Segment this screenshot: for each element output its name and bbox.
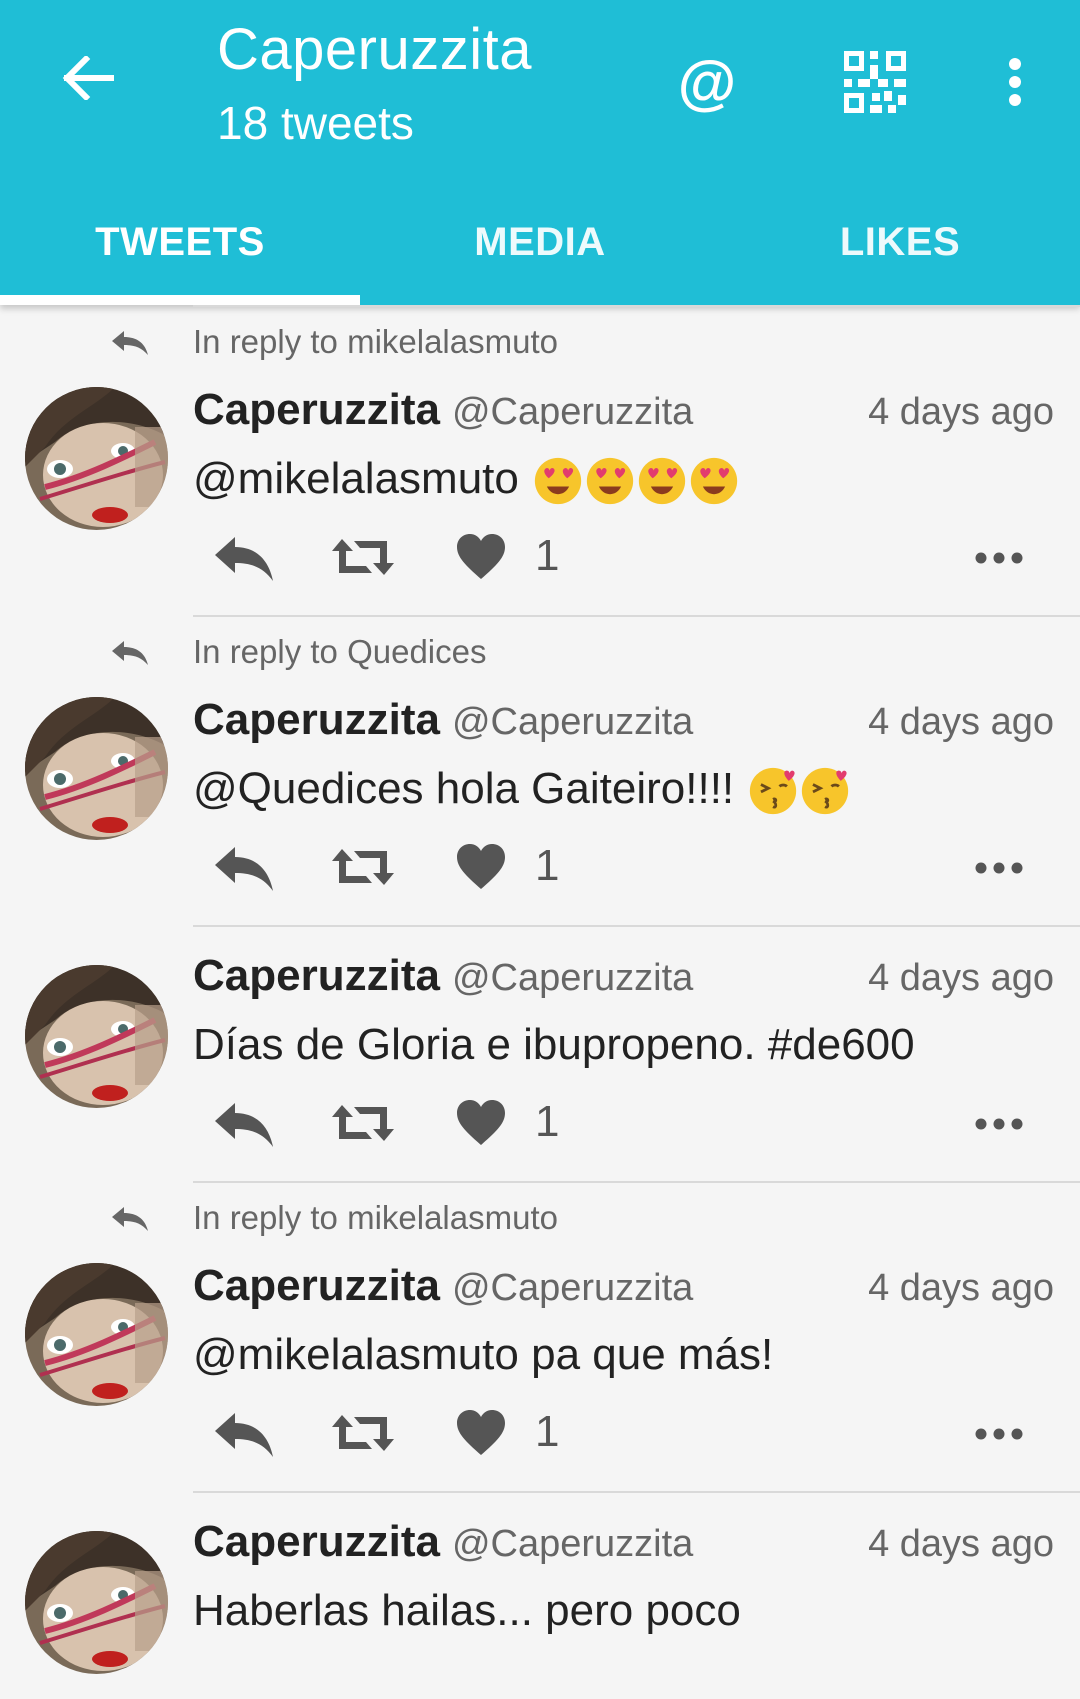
tweet-timestamp: 4 days ago xyxy=(868,1267,1054,1309)
page-title: Caperuzzita xyxy=(217,17,532,82)
tweet-actions: 1 xyxy=(0,515,1080,615)
reply-small-icon xyxy=(112,641,148,665)
more-horiz-icon[interactable] xyxy=(975,1427,1023,1441)
reply-icon[interactable] xyxy=(213,1099,275,1149)
back-button[interactable] xyxy=(52,42,124,114)
reply-small-icon xyxy=(112,1207,148,1231)
emoji-group xyxy=(746,764,850,815)
tweet-item[interactable]: Caperuzzita @Caperuzzita 4 days ago Haber… xyxy=(25,1491,1080,1674)
tweet-item[interactable]: In reply to Quedices Caperuzzita @Caperu… xyxy=(25,615,1080,925)
tweet-timestamp: 4 days ago xyxy=(868,1523,1054,1565)
user-handle: @Caperuzzita xyxy=(451,701,694,743)
reply-small-icon xyxy=(112,331,148,355)
user-handle: @Caperuzzita xyxy=(451,1523,694,1565)
reply-context: In reply to mikelalasmuto xyxy=(0,1183,1080,1253)
tab-bar: TWEETS MEDIA LIKES xyxy=(0,180,1080,305)
tweet-text-content: Días de Gloria e ibupropeno. #de600 xyxy=(193,1020,915,1069)
tab-likes[interactable]: LIKES xyxy=(720,180,1080,305)
tweet-item[interactable]: In reply to mikelalasmuto Caperuzzita @C… xyxy=(25,305,1080,615)
user-name: Caperuzzita xyxy=(193,385,440,434)
user-handle: @Caperuzzita xyxy=(451,391,694,433)
tweet-text: @mikelalasmuto xyxy=(193,443,1080,515)
heart-eyes-emoji-icon xyxy=(690,458,738,505)
user-name: Caperuzzita xyxy=(193,951,440,1000)
tab-media[interactable]: MEDIA xyxy=(360,180,720,305)
tweet-text-content: @mikelalasmuto xyxy=(193,454,532,503)
heart-eyes-emoji-icon xyxy=(638,458,686,505)
heart-icon[interactable] xyxy=(455,533,507,581)
overflow-menu-button[interactable] xyxy=(975,42,1055,122)
retweet-icon[interactable] xyxy=(330,1101,396,1145)
kiss-heart-emoji-icon xyxy=(750,768,797,815)
tweet-actions: 1 xyxy=(0,825,1080,925)
tweet-list: In reply to mikelalasmuto Caperuzzita @C… xyxy=(0,305,1080,1674)
user-name: Caperuzzita xyxy=(193,695,440,744)
heart-eyes-emoji-icon xyxy=(534,458,582,505)
heart-icon[interactable] xyxy=(455,843,507,891)
tab-indicator xyxy=(0,295,360,305)
tweet-actions: 1 xyxy=(0,1081,1080,1181)
reply-to-text: In reply to Quedices xyxy=(193,633,487,670)
like-count: 1 xyxy=(535,1097,560,1146)
tweet-actions: 1 xyxy=(0,1391,1080,1491)
app-bar: Caperuzzita 18 tweets @ TWEETS MEDIA LIK… xyxy=(0,0,1080,305)
tweet-timestamp: 4 days ago xyxy=(868,957,1054,999)
more-horiz-icon[interactable] xyxy=(975,1117,1023,1131)
tweet-text: @Quedices hola Gaiteiro!!!! xyxy=(193,753,1080,825)
reply-context: In reply to Quedices xyxy=(0,617,1080,687)
qr-code-icon xyxy=(844,51,906,113)
emoji-group xyxy=(531,454,739,505)
arrow-left-icon xyxy=(62,56,114,100)
tweet-timestamp: 4 days ago xyxy=(868,391,1054,433)
user-handle: @Caperuzzita xyxy=(451,957,694,999)
reply-icon[interactable] xyxy=(213,843,275,893)
tweet-text: Haberlas hailas... pero poco xyxy=(193,1575,1080,1647)
reply-to-text: In reply to mikelalasmuto xyxy=(193,323,558,360)
more-horiz-icon[interactable] xyxy=(975,551,1023,565)
like-count: 1 xyxy=(535,1407,560,1456)
heart-icon[interactable] xyxy=(455,1099,507,1147)
more-horiz-icon[interactable] xyxy=(975,861,1023,875)
heart-eyes-emoji-icon xyxy=(586,458,634,505)
tweet-text-content: @mikelalasmuto pa que más! xyxy=(193,1330,774,1379)
tweet-text: @mikelalasmuto pa que más! xyxy=(193,1319,1080,1391)
reply-icon[interactable] xyxy=(213,533,275,583)
reply-to-text: In reply to mikelalasmuto xyxy=(193,1199,558,1236)
tab-tweets[interactable]: TWEETS xyxy=(0,180,360,305)
tweet-item[interactable]: Caperuzzita @Caperuzzita 4 days ago Días … xyxy=(25,925,1080,1181)
qr-code-button[interactable] xyxy=(835,42,915,122)
tweet-item[interactable]: In reply to mikelalasmuto Caperuzzita @C… xyxy=(25,1181,1080,1491)
heart-icon[interactable] xyxy=(455,1409,507,1457)
user-name: Caperuzzita xyxy=(193,1517,440,1566)
tweet-text-content: @Quedices hola Gaiteiro!!!! xyxy=(193,764,747,813)
user-name: Caperuzzita xyxy=(193,1261,440,1310)
more-vert-icon xyxy=(1009,58,1021,106)
retweet-icon[interactable] xyxy=(330,845,396,889)
retweet-icon[interactable] xyxy=(330,535,396,579)
tweet-timestamp: 4 days ago xyxy=(868,701,1054,743)
mention-button[interactable]: @ xyxy=(667,42,747,122)
like-count: 1 xyxy=(535,531,560,580)
kiss-heart-emoji-icon xyxy=(802,768,849,815)
reply-context: In reply to mikelalasmuto xyxy=(0,307,1080,377)
user-handle: @Caperuzzita xyxy=(451,1267,694,1309)
tweet-count: 18 tweets xyxy=(217,97,414,149)
like-count: 1 xyxy=(535,841,560,890)
reply-icon[interactable] xyxy=(213,1409,275,1459)
at-icon: @ xyxy=(677,48,737,116)
tweet-text-content: Haberlas hailas... pero poco xyxy=(193,1586,741,1635)
tweet-text: Días de Gloria e ibupropeno. #de600 xyxy=(193,1009,1080,1081)
retweet-icon[interactable] xyxy=(330,1411,396,1455)
